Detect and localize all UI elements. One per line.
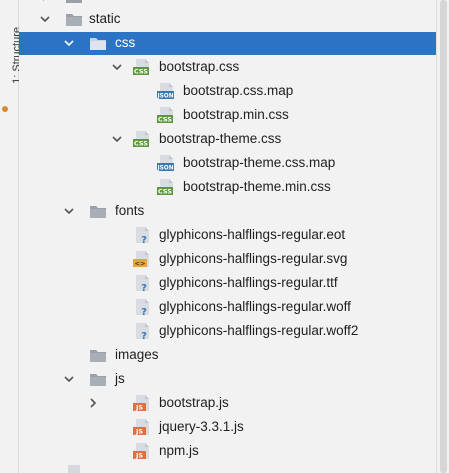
chevron-right-icon[interactable] [87, 397, 99, 409]
tree-label: bootstrap.min.css [183, 107, 289, 122]
chevron-down-icon[interactable] [63, 37, 75, 49]
css-file-icon: CSS [157, 178, 175, 196]
tree-row-bootstrap-js[interactable]: JS bootstrap.js [19, 392, 437, 415]
tree-row-npm-js[interactable]: JS npm.js [19, 440, 437, 463]
tree-label: fonts [115, 203, 145, 218]
tree-label: glyphicons-halflings-regular.woff2 [159, 323, 359, 338]
tree-row-glyphicons-woff[interactable]: ? glyphicons-halflings-regular.woff [19, 296, 437, 319]
folder-icon [65, 10, 83, 28]
chevron-right-icon [39, 0, 51, 2]
tree-row-css[interactable]: css [19, 32, 437, 55]
chevron-down-icon[interactable] [39, 13, 51, 25]
svg-text:JS: JS [135, 452, 143, 460]
svg-text:<>: <> [135, 260, 146, 268]
svg-text:JSON: JSON [157, 94, 174, 100]
svg-text:?: ? [141, 307, 147, 316]
chevron-down-icon[interactable] [111, 133, 123, 145]
tree-row-bootstrap-theme-css-map[interactable]: JSON bootstrap-theme.css.map [19, 152, 437, 175]
chevron-down-icon[interactable] [111, 61, 123, 73]
js-file-icon: JS [133, 418, 151, 436]
tree-row-folder-fonts[interactable]: fonts [19, 200, 437, 223]
js-file-icon: JS [133, 442, 151, 460]
css-file-icon: CSS [133, 130, 151, 148]
side-tool-strip: 1: Structure [0, 0, 23, 473]
json-file-icon: JSON [156, 154, 175, 172]
tree-label: bootstrap-theme.css [159, 131, 282, 146]
vertical-scrollbar[interactable] [436, 0, 449, 473]
unknown-file-icon: ? [133, 226, 151, 246]
tree-label: css [115, 35, 136, 50]
tree-label: bootstrap.css.map [183, 83, 294, 98]
tree-label: bootstrap.css [159, 59, 240, 74]
tree-label: glyphicons-halflings-regular.woff [159, 299, 351, 314]
css-file-icon: CSS [133, 58, 151, 76]
tree-label: bootstrap-theme.min.css [183, 179, 331, 194]
svg-text:JS: JS [135, 428, 143, 436]
tree-row-cut-bottom [19, 462, 437, 473]
svg-text:JSON: JSON [157, 166, 174, 172]
tree-row-jquery-js[interactable]: JS jquery-3.3.1.js [19, 416, 437, 439]
unknown-file-icon: ? [133, 322, 151, 342]
tree-row-bootstrap-theme-min-css[interactable]: CSS bootstrap-theme.min.css [19, 176, 437, 199]
tree-label: images [115, 347, 159, 362]
structure-marker [2, 106, 8, 112]
json-file-icon: JSON [156, 82, 175, 100]
tree-row-glyphicons-eot[interactable]: ? glyphicons-halflings-regular.eot [19, 224, 437, 247]
tree-label: npm.js [159, 443, 199, 458]
tree-label: bootstrap-theme.css.map [183, 155, 336, 170]
tree-row-glyphicons-ttf[interactable]: ? glyphicons-halflings-regular.ttf [19, 272, 437, 295]
tree-row-folder-images[interactable]: images [19, 344, 437, 367]
tree-row-bootstrap-css-map[interactable]: JSON bootstrap.css.map [19, 80, 437, 103]
tree-label: glyphicons-halflings-regular.eot [159, 227, 346, 242]
tree-label: glyphicons-halflings-regular.ttf [159, 275, 338, 290]
tree-row-bootstrap-css[interactable]: CSS bootstrap.css [19, 56, 437, 79]
svg-text:?: ? [141, 283, 147, 292]
unknown-file-icon: ? [133, 298, 151, 318]
svg-text:CSS: CSS [134, 140, 148, 148]
svg-text:CSS: CSS [158, 116, 172, 124]
svg-text:?: ? [141, 235, 147, 244]
folder-icon [89, 202, 107, 220]
chevron-down-icon[interactable] [63, 205, 75, 217]
tree-row-glyphicons-woff2[interactable]: ? glyphicons-halflings-regular.woff2 [19, 320, 437, 343]
svg-file-icon: <> [133, 250, 151, 268]
unknown-file-icon: ? [133, 274, 151, 294]
css-file-icon: CSS [157, 106, 175, 124]
svg-text:?: ? [141, 331, 147, 340]
folder-icon [89, 34, 107, 52]
tree-row-bootstrap-theme-css[interactable]: CSS bootstrap-theme.css [19, 128, 437, 151]
folder-icon [89, 370, 107, 388]
tree-label: jquery-3.3.1.js [159, 419, 244, 434]
project-tree[interactable]: static css CSS bootstrap.css JSON bootstrap… [19, 0, 437, 473]
tree-label: glyphicons-halflings-regular.svg [159, 251, 348, 266]
tree-row-static[interactable]: static [19, 8, 437, 31]
file-icon [65, 464, 83, 473]
tree-row-glyphicons-svg[interactable]: <> glyphicons-halflings-regular.svg [19, 248, 437, 271]
svg-text:CSS: CSS [134, 68, 148, 76]
svg-text:JS: JS [135, 404, 143, 412]
tree-label: bootstrap.js [159, 395, 229, 410]
tree-label: static [89, 11, 121, 26]
folder-icon [89, 346, 107, 364]
js-file-icon: JS [133, 394, 151, 412]
tree-row-folder-js[interactable]: js [19, 368, 437, 391]
chevron-down-icon[interactable] [63, 373, 75, 385]
tree-label: js [115, 371, 125, 386]
scrollbar-thumb[interactable] [440, 0, 447, 473]
tree-row-bootstrap-min-css[interactable]: CSS bootstrap.min.css [19, 104, 437, 127]
folder-icon [65, 0, 83, 5]
tree-row-cut-top [19, 0, 437, 8]
svg-text:CSS: CSS [158, 188, 172, 196]
